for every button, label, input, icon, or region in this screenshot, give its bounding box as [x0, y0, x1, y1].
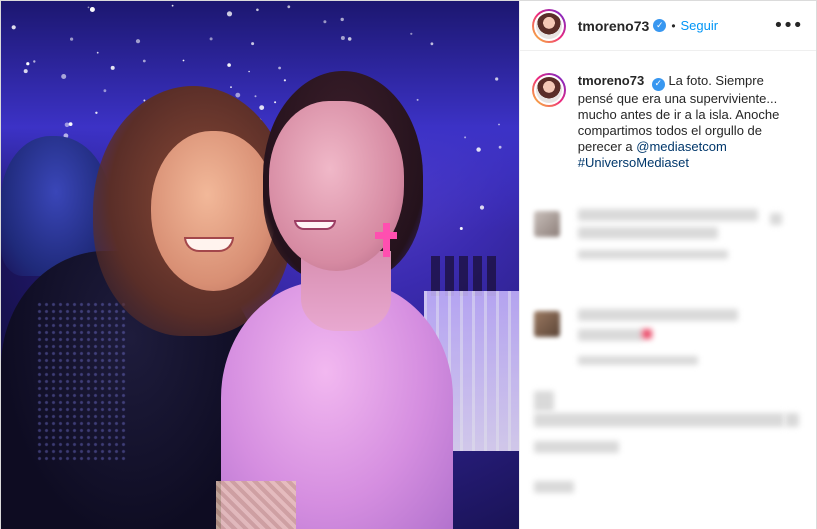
verified-badge-icon: ✓ — [651, 77, 665, 91]
hashtag-link[interactable]: #UniversoMediaset — [578, 155, 689, 170]
instagram-post: tmoreno73 ✓ • Seguir ••• tmoreno73 ✓ La … — [0, 0, 817, 529]
light-dot — [256, 8, 259, 12]
light-dot — [235, 92, 241, 98]
light-dot — [103, 89, 107, 93]
light-dot — [430, 42, 434, 46]
light-dot — [209, 37, 213, 41]
right-woman-smile — [294, 220, 336, 230]
light-dot — [110, 65, 115, 70]
light-dot — [227, 63, 231, 67]
caption-username[interactable]: tmoreno73 — [578, 73, 644, 88]
light-dot — [26, 62, 30, 66]
light-dot — [274, 101, 277, 104]
caption-avatar[interactable] — [531, 73, 566, 107]
post-photo[interactable] — [1, 1, 519, 529]
post-header: tmoreno73 ✓ • Seguir ••• — [519, 1, 816, 51]
light-dot — [498, 123, 500, 126]
light-dot — [476, 147, 481, 152]
bottles — [430, 256, 501, 296]
light-dot — [259, 105, 265, 110]
light-dot — [11, 25, 16, 30]
light-dot — [135, 39, 141, 44]
light-dot — [89, 7, 95, 12]
light-dot — [278, 66, 281, 70]
header-username[interactable]: tmoreno73 — [578, 18, 650, 34]
light-dot — [33, 60, 36, 63]
light-dot — [459, 227, 463, 230]
light-dot — [464, 136, 467, 139]
light-dot — [340, 36, 345, 40]
light-dot — [410, 32, 413, 35]
light-dot — [226, 11, 233, 17]
blurred-avatar — [533, 211, 560, 237]
light-dot — [182, 59, 185, 62]
mention-link[interactable]: @mediasetcom — [636, 139, 727, 154]
light-dot — [287, 5, 291, 9]
light-dot — [230, 86, 232, 88]
sequin-sparkle — [36, 301, 126, 461]
light-dot — [498, 145, 502, 149]
light-dot — [96, 51, 99, 54]
light-dot — [95, 111, 98, 115]
light-dot — [23, 69, 28, 74]
light-dot — [248, 70, 250, 73]
blurred-avatar — [533, 311, 560, 337]
follow-button[interactable]: Seguir — [681, 18, 719, 33]
light-dot — [495, 77, 499, 81]
left-woman-face — [151, 131, 276, 291]
light-dot — [70, 37, 74, 41]
light-dot — [68, 122, 73, 126]
light-dot — [254, 95, 257, 98]
verified-badge-icon: ✓ — [653, 19, 667, 32]
light-dot — [171, 4, 174, 7]
light-dot — [251, 42, 255, 46]
separator-dot: • — [671, 18, 676, 33]
light-dot — [283, 79, 286, 82]
light-dot — [340, 17, 344, 22]
light-dot — [416, 98, 419, 101]
cross-earring — [375, 223, 397, 257]
light-dot — [61, 74, 67, 79]
light-dot — [323, 20, 327, 24]
post-caption: tmoreno73 ✓ La foto. Siempre pensé que e… — [520, 51, 816, 171]
light-dot — [64, 122, 70, 128]
light-dot — [479, 205, 485, 210]
left-woman-smile — [184, 237, 234, 252]
light-dot — [347, 37, 352, 41]
more-options-icon[interactable]: ••• — [773, 15, 803, 36]
light-dot — [142, 59, 146, 63]
post-side-panel: tmoreno73 ✓ • Seguir ••• tmoreno73 ✓ La … — [518, 1, 816, 529]
profile-avatar[interactable] — [531, 8, 566, 43]
belt — [216, 481, 296, 529]
caption-text: tmoreno73 ✓ La foto. Siempre pensé que e… — [578, 73, 788, 171]
light-dot — [87, 6, 90, 9]
